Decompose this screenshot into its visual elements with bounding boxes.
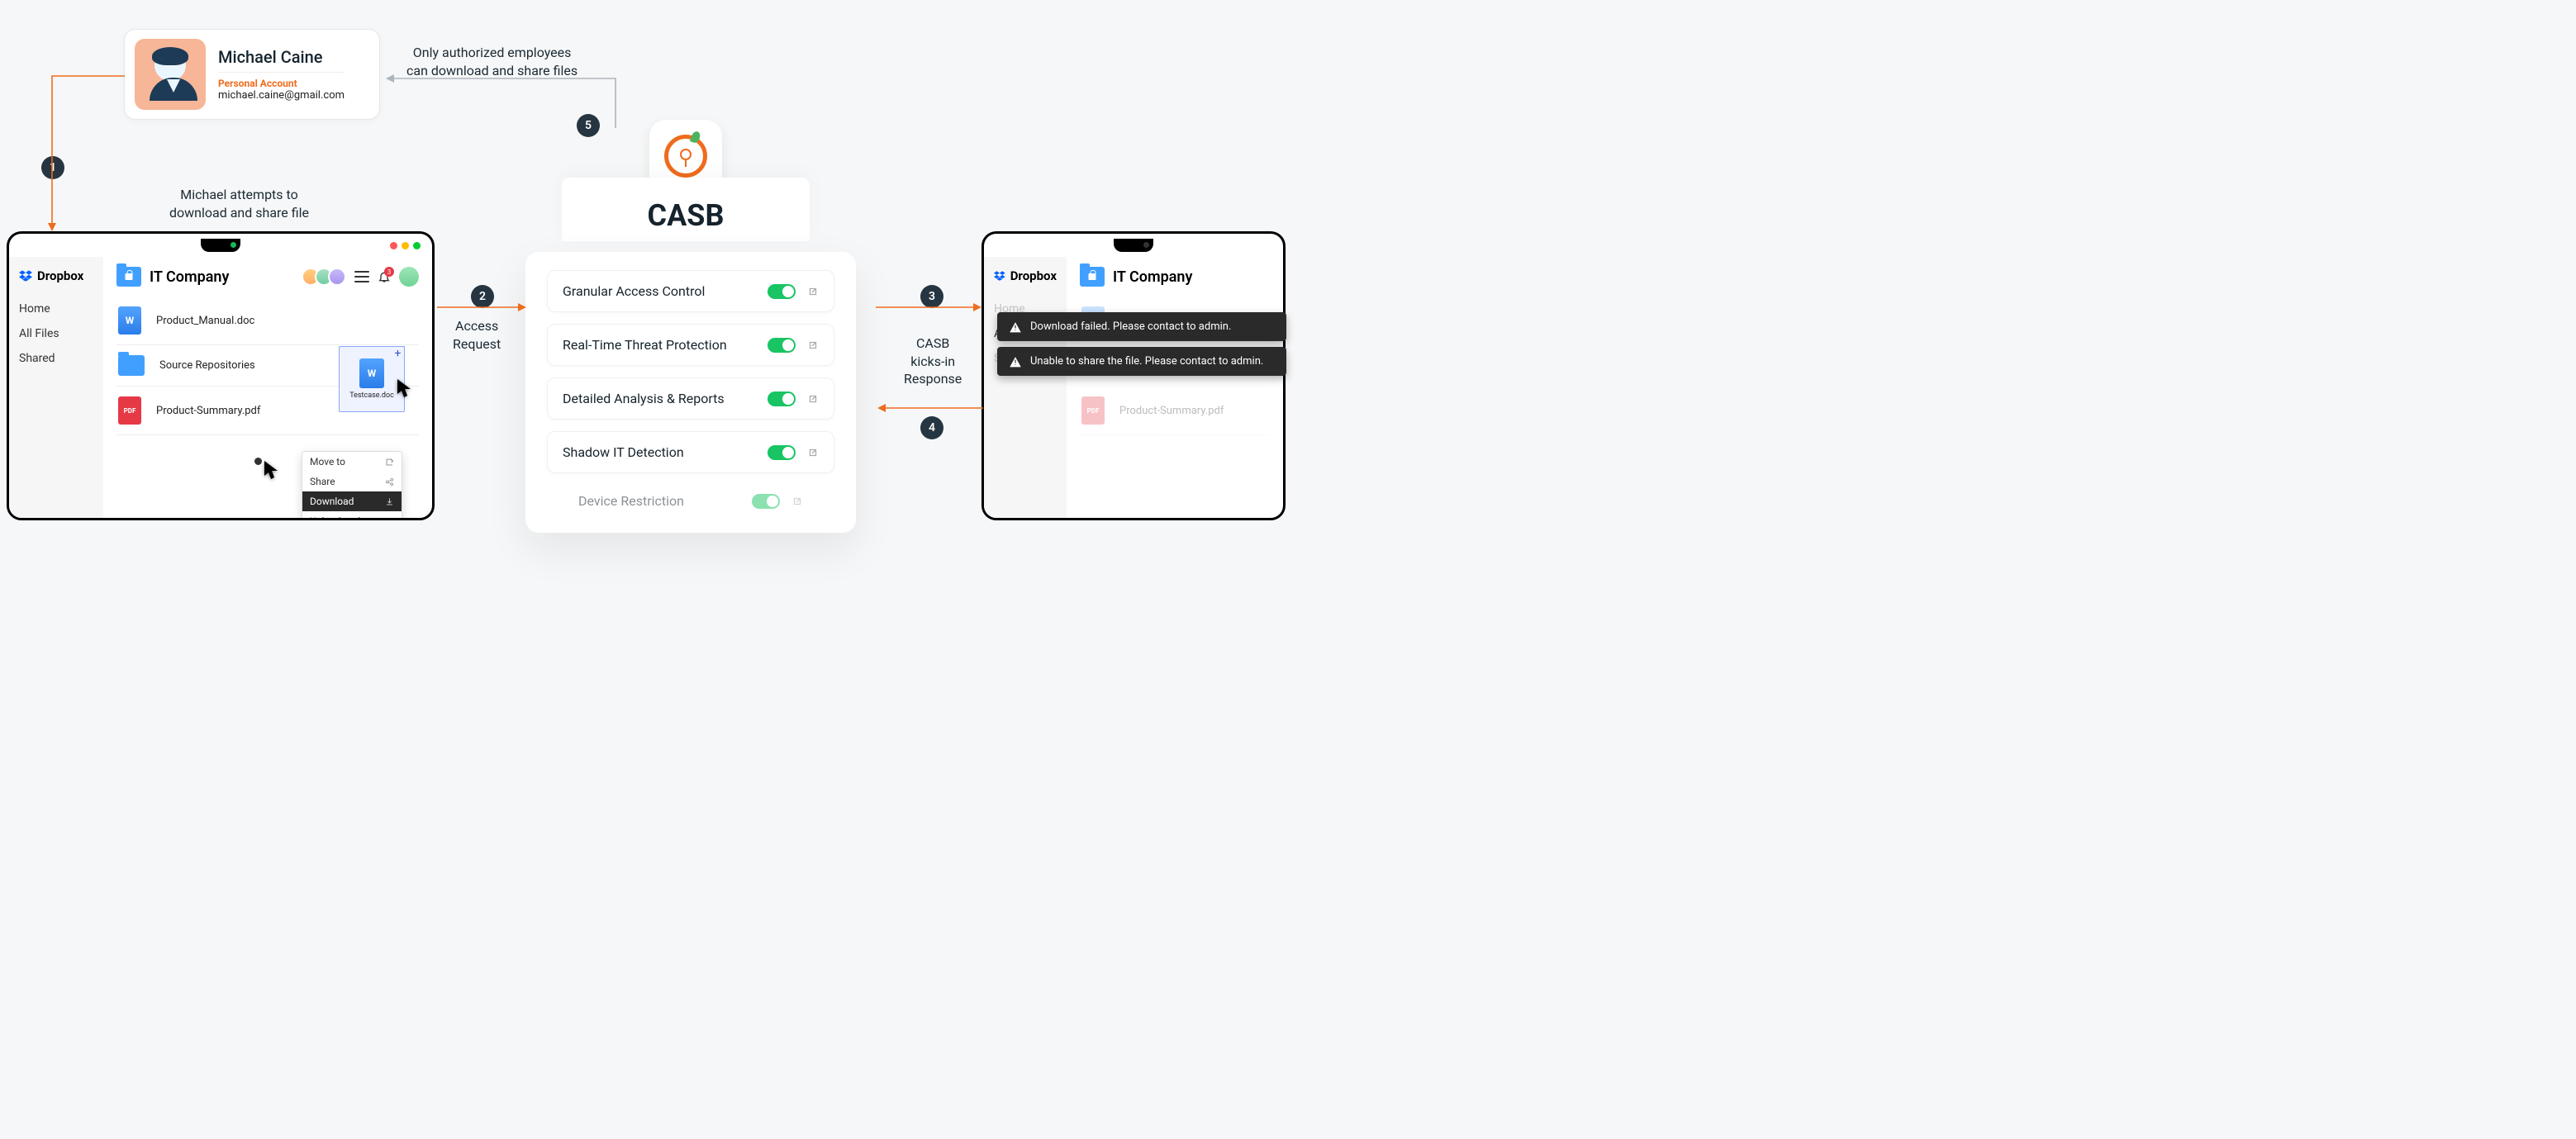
authorized-note: Only authorized employees can download a… [406, 44, 577, 79]
step-2-badge: 2 [471, 285, 494, 308]
casb-feature-faded: Device Restriction [563, 485, 818, 517]
dropbox-icon [994, 270, 1005, 282]
file-row[interactable]: Product_Manual.doc [116, 297, 419, 345]
dropbox-sidebar: Dropbox Home All Files Shared [984, 257, 1067, 518]
step-5-badge: 5 [577, 114, 600, 137]
folder-title: IT Company [1080, 267, 1192, 287]
user-name: Michael Caine [218, 47, 345, 67]
window-controls[interactable] [390, 242, 421, 249]
locked-folder-icon [116, 267, 141, 287]
cursor-icon [397, 379, 414, 399]
access-request-label: Access Request [453, 317, 501, 353]
share-icon [385, 477, 394, 486]
folder-icon [118, 355, 145, 376]
step-4-badge: 4 [920, 416, 943, 439]
window-notch [1114, 239, 1153, 252]
warning-icon [1009, 321, 1022, 333]
toggle-switch[interactable] [768, 445, 796, 460]
dragged-file[interactable]: + Testcase.doc [339, 346, 405, 412]
external-link-icon[interactable] [807, 339, 819, 351]
casb-feature: Granular Access Control [547, 270, 834, 312]
external-link-icon[interactable] [807, 393, 819, 405]
share-failed-toast: Unable to share the file. Please contact… [997, 347, 1286, 376]
warning-icon [1009, 356, 1022, 368]
casb-feature: Detailed Analysis & Reports [547, 377, 834, 420]
notification-badge: 3 [384, 267, 394, 277]
user-account-type: Personal Account [218, 78, 345, 89]
external-link-icon[interactable] [807, 286, 819, 297]
window-notch [201, 239, 240, 252]
toggle-switch[interactable] [768, 284, 796, 299]
casb-feature: Shadow IT Detection [547, 431, 834, 473]
pdf-icon [118, 396, 141, 425]
file-row[interactable]: Product-Summary.pdf [1080, 387, 1270, 435]
toggle-switch[interactable] [768, 392, 796, 406]
user-avatar [135, 39, 206, 110]
attempt-note: Michael attempts to download and share f… [169, 186, 309, 221]
download-icon [385, 497, 394, 506]
dropbox-icon [19, 270, 32, 282]
casb-feature: Real-Time Threat Protection [547, 324, 834, 366]
word-icon [359, 358, 384, 388]
ctx-move-to[interactable]: Move to [302, 452, 402, 472]
toggle-switch[interactable] [768, 338, 796, 353]
folder-title: IT Company [116, 267, 229, 287]
user-email: michael.caine@gmail.com [218, 89, 345, 102]
dropbox-logo[interactable]: Dropbox [994, 268, 1057, 283]
dropbox-sidebar: Dropbox Home All Files Shared [9, 257, 103, 518]
dropbox-window-left: Dropbox Home All Files Shared IT Company [7, 231, 435, 520]
nav-shared[interactable]: Shared [19, 346, 93, 371]
casb-response-label: CASB kicks-in Response [904, 335, 962, 388]
arrow-4 [876, 400, 983, 415]
cursor-icon [264, 461, 281, 481]
plus-icon: + [392, 346, 405, 359]
context-menu: Move to Share Download Upload or drop [302, 451, 402, 520]
dropbox-logo[interactable]: Dropbox [19, 268, 93, 283]
step-3-badge: 3 [920, 285, 943, 308]
ctx-share[interactable]: Share [302, 472, 402, 491]
move-icon [385, 458, 394, 467]
step-1-badge: 1 [41, 156, 64, 179]
nav-home[interactable]: Home [19, 297, 93, 321]
locked-folder-icon [1080, 267, 1105, 287]
casb-title: CASB [562, 178, 810, 241]
ctx-download[interactable]: Download [302, 491, 402, 511]
menu-icon[interactable] [354, 271, 369, 282]
toggle-switch[interactable] [752, 494, 780, 509]
download-failed-toast: Download failed. Please contact to admin… [997, 312, 1286, 341]
nav-all-files[interactable]: All Files [19, 321, 93, 346]
word-icon [118, 306, 141, 335]
upload-icon [385, 517, 394, 521]
pdf-icon [1081, 396, 1105, 425]
casb-panel: Granular Access Control Real-Time Threat… [525, 252, 856, 533]
notifications-icon[interactable]: 3 [378, 270, 391, 283]
external-link-icon[interactable] [791, 496, 803, 507]
dropbox-window-right: Dropbox Home All Files Shared IT Company… [981, 231, 1286, 520]
user-card: Michael Caine Personal Account michael.c… [124, 29, 380, 120]
profile-avatar[interactable] [399, 267, 419, 287]
ctx-upload[interactable]: Upload or drop [302, 511, 402, 520]
shared-avatars[interactable] [307, 268, 346, 286]
external-link-icon[interactable] [807, 447, 819, 458]
